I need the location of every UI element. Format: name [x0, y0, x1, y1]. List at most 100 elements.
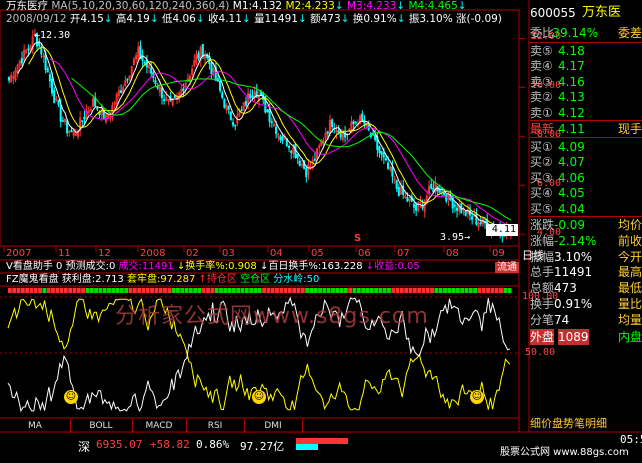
- zone-segment: [193, 288, 198, 293]
- ind-name[interactable]: FZ魔鬼看盘: [6, 274, 59, 285]
- candle-body: [59, 105, 62, 122]
- zone-segment: [460, 288, 465, 293]
- candle-body: [160, 87, 163, 98]
- zone-segment: [68, 288, 73, 293]
- zone-segment: [29, 288, 34, 293]
- ind-profit: 获利盘:2.713: [61, 274, 124, 285]
- index-value: 6935.07: [96, 438, 143, 451]
- zone-segment: [296, 288, 301, 293]
- candle-body: [395, 180, 398, 189]
- candle-body: [61, 120, 64, 122]
- buy-row[interactable]: 买⑤ 4.04: [530, 201, 642, 217]
- zone-segment: [395, 288, 400, 293]
- buy-label: 买②: [530, 155, 553, 170]
- tab-ma[interactable]: MA: [0, 419, 70, 433]
- candle-body: [275, 126, 278, 134]
- candle-body: [290, 151, 293, 153]
- signal-marker: S: [354, 233, 362, 244]
- candle-body: [298, 160, 301, 166]
- ma-line-5: [17, 41, 511, 234]
- candle-body: [268, 109, 271, 122]
- sell-row[interactable]: 卖① 4.12: [530, 105, 642, 121]
- zone-segment: [201, 288, 206, 293]
- time-tick-label: 08: [446, 248, 459, 259]
- ind-zone1: ↑持仓区: [198, 274, 237, 285]
- zone-segment: [352, 288, 357, 293]
- zone-segment: [111, 288, 116, 293]
- zone-segment: [430, 288, 434, 293]
- smiley-icon: ☺: [252, 390, 266, 404]
- candle-body: [270, 121, 273, 124]
- outer-value: 1089: [558, 329, 589, 345]
- tab-boll[interactable]: BOLL: [70, 419, 132, 433]
- stat-label: 振幅: [530, 249, 555, 264]
- zone-segment: [227, 288, 232, 293]
- zone-segment: [150, 288, 154, 293]
- candle-body: [219, 81, 222, 91]
- ind-header: FZ魔鬼看盘 获利盘:2.713 套牢盘:97.287 ↑持仓区 空仓区 分水岭…: [6, 274, 319, 286]
- sell-row[interactable]: 卖④ 4.17: [530, 58, 642, 74]
- zone-segment: [184, 288, 189, 293]
- candle-body: [380, 151, 383, 155]
- zone-segment: [309, 288, 314, 293]
- tab-macd[interactable]: MACD: [132, 419, 186, 433]
- tab-rsi[interactable]: RSI: [186, 419, 244, 433]
- zone-segment: [412, 288, 417, 293]
- candle-body: [455, 207, 459, 211]
- stat-ext: 均量: [618, 312, 642, 327]
- zone-segment: [339, 288, 344, 293]
- time-tick-label: 09: [492, 248, 505, 259]
- zone-segment: [42, 288, 47, 293]
- zone-segment: [356, 288, 361, 293]
- amount-arrow: ↓: [340, 13, 350, 25]
- low-marker-value: 3.95: [440, 232, 465, 243]
- zone-segment: [137, 288, 142, 293]
- candle-body: [378, 146, 381, 154]
- tab-dmi[interactable]: DMI: [244, 419, 302, 433]
- vol-name[interactable]: V看盘助手: [6, 261, 53, 272]
- zone-segment: [240, 288, 245, 293]
- candle-body: [361, 113, 364, 121]
- vol-turnover-rate: ↓换手率%:0.908: [176, 261, 257, 272]
- zone-segment: [464, 288, 469, 293]
- vol-shouyi: ↓收益:0.05: [365, 261, 420, 272]
- candle-body: [331, 119, 334, 128]
- zone-segment: [171, 288, 176, 293]
- stock-name[interactable]: 万东医疗: [6, 0, 48, 12]
- zone-segment: [132, 288, 137, 293]
- buy-row[interactable]: 买① 4.09: [530, 139, 642, 155]
- candle-body: [48, 74, 51, 82]
- sell-row[interactable]: 卖⑤ 4.18: [530, 43, 642, 59]
- zone-segment: [55, 288, 60, 293]
- stock-short-name: 万东医: [582, 5, 622, 20]
- zone-segment: [46, 288, 51, 293]
- liutong-badge[interactable]: 流通: [495, 262, 519, 273]
- low-marker: 3.95→: [440, 232, 471, 243]
- candle-body: [210, 62, 213, 75]
- ma-params: MA(5,10,20,30,60,120,240,360,4): [51, 0, 230, 12]
- candle-body: [354, 121, 357, 124]
- candle-body: [70, 130, 73, 132]
- buy-row[interactable]: 买② 4.07: [530, 154, 642, 170]
- candle-body: [443, 192, 446, 196]
- sell-row[interactable]: 卖③ 4.16: [530, 74, 642, 90]
- stat-row: 涨跌 -0.09 均价: [530, 217, 642, 233]
- zone-segment: [38, 288, 42, 293]
- stat-label: 总手: [530, 265, 555, 280]
- buy-row[interactable]: 买④ 4.05: [530, 185, 642, 201]
- sell-row[interactable]: 卖② 4.13: [530, 89, 642, 105]
- candle-body: [197, 52, 200, 59]
- zone-segment: [98, 288, 103, 293]
- zone-segment: [94, 288, 98, 293]
- quote-bottom-tabs[interactable]: 细价盘势笔明细: [530, 417, 642, 431]
- stat-value: 473: [554, 281, 577, 296]
- candle-body: [305, 167, 308, 177]
- buy-row[interactable]: 买③ 4.06: [530, 170, 642, 186]
- sell-label: 卖④: [530, 59, 553, 74]
- bar-change: 涨(-0.09): [456, 13, 502, 25]
- index-pct: 0.86%: [196, 438, 230, 451]
- candle-body: [479, 222, 482, 225]
- zone-segment: [158, 288, 163, 293]
- zone-segment: [468, 288, 473, 293]
- time-tick-label: 04: [270, 248, 283, 259]
